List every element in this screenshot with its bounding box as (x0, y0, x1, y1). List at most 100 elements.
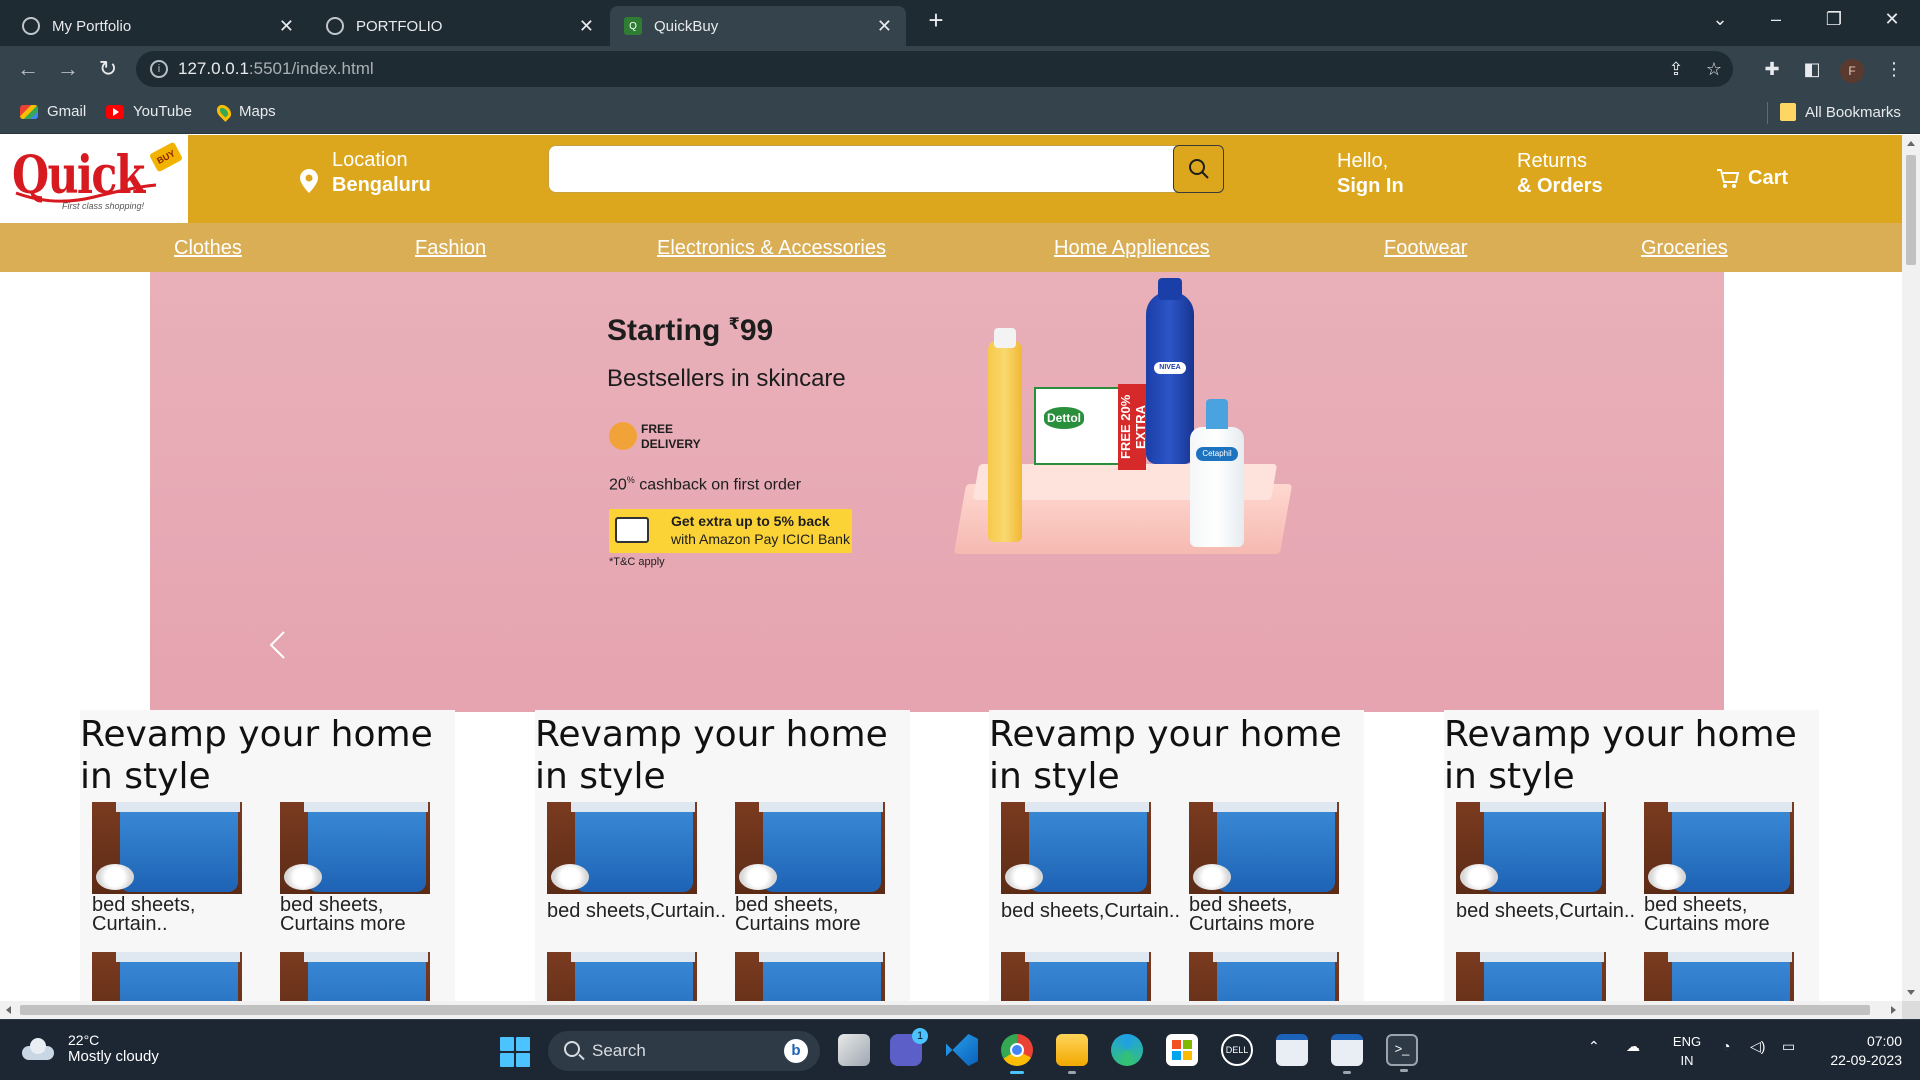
search-input[interactable] (548, 145, 1224, 193)
file-explorer-icon[interactable] (1056, 1034, 1088, 1074)
tab-title: PORTFOLIO (356, 17, 443, 35)
search-button[interactable] (1173, 145, 1224, 193)
bookmark-gmail[interactable]: Gmail (20, 103, 86, 120)
close-icon[interactable]: ✕ (579, 16, 594, 37)
weather-text: Mostly cloudy (68, 1048, 159, 1065)
cart-icon (1717, 168, 1740, 188)
chrome-icon[interactable] (1001, 1034, 1033, 1074)
scroll-left-arrow-icon[interactable] (6, 1006, 11, 1014)
minimize-button[interactable]: – (1756, 4, 1796, 34)
product-card[interactable]: Revamp your home in style bed sheets,Cur… (1444, 710, 1819, 1001)
card-tile[interactable]: bed sheets, Curtain.. (92, 802, 242, 934)
tab-my-portfolio[interactable]: My Portfolio ✕ (8, 6, 308, 46)
reload-button[interactable]: ↻ (94, 55, 122, 83)
scroll-up-arrow-icon[interactable] (1907, 141, 1915, 146)
site-header: Quick BUY First class shopping! Location… (0, 135, 1902, 223)
scrollbar-thumb[interactable] (1906, 155, 1916, 265)
cloud-icon (22, 1037, 54, 1060)
all-bookmarks-button[interactable]: All Bookmarks (1780, 103, 1901, 121)
back-button[interactable]: ← (14, 55, 42, 83)
carousel-prev-arrow-icon[interactable] (268, 630, 286, 660)
sign-in-link[interactable]: Hello, Sign In (1337, 150, 1404, 198)
restore-button[interactable]: ❐ (1814, 4, 1854, 34)
new-tab-button[interactable]: + (922, 6, 950, 34)
side-panel-icon[interactable]: ◧ (1800, 58, 1824, 80)
mop-bucket-image (1001, 802, 1151, 894)
scroll-down-arrow-icon[interactable] (1907, 990, 1915, 995)
tab-search-chevron-icon[interactable]: ⌄ (1700, 4, 1740, 34)
forward-button[interactable]: → (54, 55, 82, 83)
card-tile[interactable] (735, 952, 885, 1001)
category-clothes[interactable]: Clothes (174, 237, 242, 260)
bing-icon[interactable]: b (784, 1039, 808, 1063)
tab-portfolio[interactable]: PORTFOLIO ✕ (312, 6, 608, 46)
card-tile[interactable]: bed sheets, Curtains more (1644, 802, 1794, 934)
extensions-icon[interactable]: ✚ (1760, 58, 1784, 80)
card-tile[interactable] (1189, 952, 1339, 1001)
onedrive-cloud-icon[interactable]: ☁ (1626, 1038, 1640, 1055)
teams-chat-icon[interactable]: 1 (890, 1028, 928, 1066)
category-home-appliances[interactable]: Home Appliences (1054, 237, 1210, 260)
show-hidden-icons-chevron-icon[interactable]: ⌃ (1588, 1038, 1600, 1055)
site-logo[interactable]: Quick BUY First class shopping! (0, 135, 188, 223)
hero-banner[interactable]: Starting ₹99 Bestsellers in skincare FRE… (150, 272, 1724, 712)
close-icon[interactable]: ✕ (279, 16, 294, 37)
profile-avatar[interactable]: F (1840, 59, 1864, 83)
card-tile[interactable]: bed sheets, Curtains more (1189, 802, 1339, 934)
bookmark-youtube[interactable]: YouTube (106, 103, 192, 120)
menu-kebab-icon[interactable]: ⋮ (1882, 58, 1906, 80)
bookmark-maps[interactable]: Maps (214, 101, 276, 122)
vertical-scrollbar[interactable] (1902, 135, 1920, 1001)
tab-quickbuy[interactable]: Q QuickBuy ✕ (610, 6, 906, 46)
category-electronics[interactable]: Electronics & Accessories (657, 237, 886, 260)
battery-icon[interactable]: ▭ (1782, 1038, 1795, 1055)
product-card[interactable]: Revamp your home in style bed sheets, Cu… (80, 710, 455, 1001)
card-tile[interactable] (547, 952, 697, 1001)
card-tile[interactable]: bed sheets, Curtains more (735, 802, 885, 934)
category-groceries[interactable]: Groceries (1641, 237, 1728, 260)
wifi-icon[interactable]: ◔ (1722, 1038, 1730, 1054)
edge-icon[interactable] (1111, 1034, 1143, 1066)
card-tile[interactable]: bed sheets, Curtains more (280, 802, 430, 934)
card-tile[interactable] (1456, 952, 1606, 1001)
card-tile[interactable]: bed sheets,Curtain.. (547, 802, 726, 921)
horizontal-scrollbar[interactable] (0, 1001, 1902, 1019)
dell-icon[interactable]: DELL (1221, 1034, 1253, 1066)
product-card[interactable]: Revamp your home in style bed sheets,Cur… (989, 710, 1364, 1001)
task-view-icon[interactable] (838, 1034, 870, 1066)
category-footwear[interactable]: Footwear (1384, 237, 1467, 260)
card-tile[interactable] (1644, 952, 1794, 1001)
microsoft-store-icon[interactable] (1166, 1034, 1198, 1066)
category-fashion[interactable]: Fashion (415, 237, 486, 260)
share-icon[interactable]: ⇪ (1664, 58, 1688, 80)
weather-widget[interactable]: 22°C Mostly cloudy (22, 1032, 159, 1065)
product-card[interactable]: Revamp your home in style bed sheets,Cur… (535, 710, 910, 1001)
terminal-icon[interactable]: >_ (1386, 1034, 1418, 1072)
site-info-icon[interactable]: i (150, 60, 168, 78)
clock[interactable]: 07:00 22-09-2023 (1822, 1032, 1902, 1070)
app-window-icon[interactable] (1331, 1034, 1363, 1074)
volume-icon[interactable]: ◁) (1750, 1038, 1765, 1055)
address-bar[interactable]: i 127.0.0.1:5501/index.html ⇪ ☆ (136, 51, 1733, 87)
clock-time: 07:00 (1866, 1033, 1902, 1049)
cart-link[interactable]: Cart (1716, 167, 1788, 190)
app-window-icon[interactable] (1276, 1034, 1308, 1066)
scrollbar-thumb[interactable] (20, 1005, 1870, 1015)
card-tile[interactable] (280, 952, 430, 1001)
language-indicator[interactable]: ENG IN (1670, 1032, 1704, 1070)
dettol-label: Dettol (1044, 407, 1084, 429)
card-tile[interactable] (1001, 952, 1151, 1001)
taskbar-search-label: Search (592, 1041, 646, 1060)
card-tile[interactable] (92, 952, 242, 1001)
scroll-right-arrow-icon[interactable] (1891, 1006, 1896, 1014)
card-tile[interactable]: bed sheets,Curtain.. (1456, 802, 1635, 921)
window-close-button[interactable]: ✕ (1872, 4, 1912, 34)
card-tile[interactable]: bed sheets,Curtain.. (1001, 802, 1180, 921)
returns-orders-link[interactable]: Returns & Orders (1517, 150, 1603, 198)
vscode-icon[interactable] (946, 1034, 978, 1066)
close-icon[interactable]: ✕ (877, 16, 892, 37)
bookmark-star-icon[interactable]: ☆ (1702, 58, 1726, 80)
windows-start-icon[interactable] (500, 1037, 530, 1067)
taskbar-search[interactable]: Search b (548, 1031, 820, 1071)
cashback-number: 20 (609, 476, 627, 494)
